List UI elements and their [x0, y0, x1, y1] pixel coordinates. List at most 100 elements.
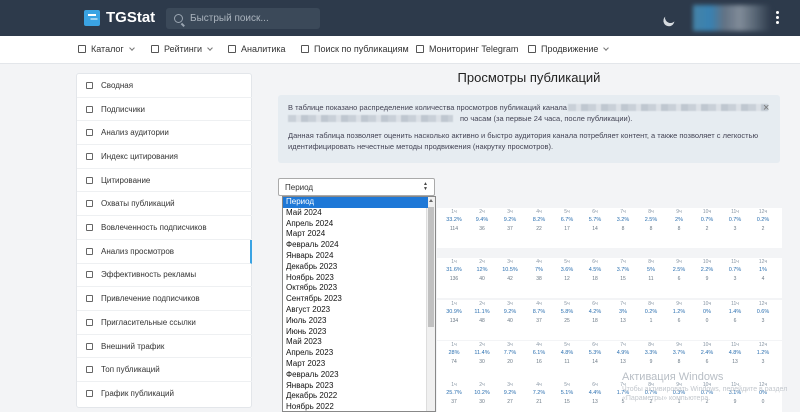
- period-option[interactable]: Декабрь 2022: [283, 391, 428, 402]
- chevron-down-icon: [207, 44, 213, 51]
- percent-value: 3.3%: [644, 350, 658, 356]
- sidebar-item-subscribers[interactable]: Подписчики: [77, 98, 252, 122]
- sidebar-item-reach[interactable]: Охваты публикаций: [77, 193, 252, 217]
- period-option[interactable]: Июль 2023: [283, 316, 428, 327]
- nav-ratings[interactable]: Рейтинги: [151, 44, 213, 54]
- table-cell: 7ч 3% 13: [612, 300, 634, 325]
- views-value: 15: [564, 399, 570, 405]
- hour-label: 5ч: [564, 382, 570, 388]
- sidebar-item-engagement[interactable]: Вовлеченность подписчиков: [77, 216, 252, 240]
- table-row: 1ч 28% 74 2ч 11.4% 30 3ч 7.7% 20 4ч 6.1% 16 5ч 4.8% 11…: [437, 341, 782, 381]
- sidebar-item-audience[interactable]: Анализ аудитории: [77, 121, 252, 146]
- period-option[interactable]: Март 2023: [283, 359, 428, 370]
- hour-label: 1ч: [451, 342, 457, 348]
- sidebar-item-summary[interactable]: Сводная: [77, 74, 252, 98]
- period-option[interactable]: Период: [283, 197, 428, 208]
- percent-value: 25.7%: [446, 390, 462, 396]
- period-option[interactable]: Апрель 2023: [283, 348, 428, 359]
- views-value: 11: [648, 276, 654, 282]
- table-cell: 4ч 7.2% 21: [528, 381, 550, 406]
- views-value: 15: [620, 276, 626, 282]
- table-cell: 7ч 3.2% 8: [612, 208, 634, 233]
- views-value: 3: [761, 359, 765, 365]
- views-value: 16: [536, 359, 542, 365]
- percent-value: 0.2%: [756, 217, 770, 223]
- nav-promotion[interactable]: Продвижение: [528, 44, 610, 54]
- period-option[interactable]: Январь 2023: [283, 381, 428, 392]
- period-option[interactable]: Ноябрь 2022: [283, 402, 428, 411]
- logo[interactable]: TGStat: [84, 9, 155, 26]
- period-option[interactable]: Май 2023: [283, 337, 428, 348]
- more-menu-icon[interactable]: [776, 11, 779, 14]
- views-value: 9: [649, 359, 653, 365]
- nav-catalog[interactable]: Каталог: [78, 44, 135, 54]
- scrollbar-thumb[interactable]: [428, 207, 434, 327]
- percent-value: 6.7%: [560, 217, 574, 223]
- sidebar-item-invite-links[interactable]: Пригласительные ссылки: [77, 311, 252, 335]
- period-option[interactable]: Август 2023: [283, 305, 428, 316]
- views-value: 27: [507, 399, 513, 405]
- hour-label: 9ч: [676, 342, 682, 348]
- period-option[interactable]: Февраль 2023: [283, 370, 428, 381]
- search-input[interactable]: Быстрый поиск...: [166, 8, 320, 29]
- period-option[interactable]: Ноябрь 2023: [283, 273, 428, 284]
- period-option[interactable]: Март 2024: [283, 229, 428, 240]
- hour-label: 1ч: [451, 301, 457, 307]
- sidebar-item-top-posts[interactable]: Топ публикаций: [77, 358, 252, 383]
- percent-value: 4.4%: [588, 390, 602, 396]
- tgstat-logo-icon: [84, 9, 100, 26]
- sidebar-item-ad-efficiency[interactable]: Эффективность рекламы: [77, 264, 252, 288]
- period-option[interactable]: Январь 2024: [283, 251, 428, 262]
- period-option[interactable]: Октябрь 2023: [283, 283, 428, 294]
- nav-analytics[interactable]: Аналитика: [228, 44, 286, 54]
- period-option[interactable]: Февраль 2024: [283, 240, 428, 251]
- table-row: 1ч 31.6% 136 2ч 12% 40 3ч 10.5% 42 4ч 7% 38 5ч 3.6% 12…: [437, 258, 782, 298]
- theme-toggle-icon[interactable]: [663, 10, 678, 25]
- table-cell: 2ч 12% 40: [471, 258, 493, 283]
- period-option[interactable]: Декабрь 2023: [283, 262, 428, 273]
- chevron-down-icon: [603, 44, 610, 51]
- nav-post-search[interactable]: Поиск по публикациям: [301, 44, 409, 54]
- analytics-icon: [228, 45, 236, 53]
- ratings-icon: [151, 45, 159, 53]
- info-text-line-3: Данная таблица позволяет оценить насколь…: [288, 131, 759, 140]
- search-placeholder: Быстрый поиск...: [190, 13, 269, 24]
- views-value: 37: [536, 318, 542, 324]
- sidebar-item-views-analysis[interactable]: Анализ просмотров: [77, 239, 252, 264]
- user-account-menu[interactable]: [693, 5, 771, 31]
- sidebar-item-citations[interactable]: Цитирование: [77, 169, 252, 193]
- nav-monitoring[interactable]: Мониторинг Telegram: [416, 44, 518, 54]
- hour-label: 11ч: [731, 209, 739, 215]
- hour-label: 7ч: [620, 209, 626, 215]
- table-cell: 11ч 4.8% 13: [724, 341, 746, 366]
- period-option[interactable]: Июнь 2023: [283, 327, 428, 338]
- table-cell: 10ч 2.4% 6: [696, 341, 718, 366]
- hour-label: 6ч: [592, 382, 598, 388]
- table-cell: 5ч 5.8% 25: [556, 300, 578, 325]
- table-cell: 1ч 28% 74: [443, 341, 465, 366]
- percent-value: 3.7%: [672, 350, 686, 356]
- percent-value: 30.9%: [446, 309, 462, 315]
- scroll-up-icon[interactable]: [429, 199, 433, 202]
- percent-value: 7.7%: [503, 350, 517, 356]
- period-select[interactable]: Период ▲ ▼: [278, 178, 435, 196]
- table-cell: 9ч 3.7% 8: [668, 341, 690, 366]
- period-option[interactable]: Сентябрь 2023: [283, 294, 428, 305]
- table-cell: 2ч 11.1% 48: [471, 300, 493, 325]
- sidebar-item-external-traffic[interactable]: Внешний трафик: [77, 335, 252, 359]
- brand-name: TGStat: [106, 9, 156, 26]
- period-option[interactable]: Май 2024: [283, 208, 428, 219]
- hour-label: 12ч: [758, 342, 768, 348]
- sidebar-item-citation-index[interactable]: Индекс цитирования: [77, 145, 252, 169]
- hour-label: 11ч: [731, 342, 739, 348]
- sidebar-item-post-schedule[interactable]: График публикаций: [77, 382, 252, 406]
- views-value: 20: [507, 359, 513, 365]
- period-option[interactable]: Апрель 2024: [283, 219, 428, 230]
- close-icon[interactable]: ×: [763, 102, 769, 114]
- views-value: 6: [677, 276, 681, 282]
- percent-value: 3.7%: [616, 267, 630, 273]
- table-cell: 2ч 9.4% 36: [471, 208, 493, 233]
- table-cell: 8ч 5% 11: [640, 258, 662, 283]
- views-value: 40: [507, 318, 513, 324]
- sidebar-item-subscriber-acquisition[interactable]: Привлечение подписчиков: [77, 287, 252, 311]
